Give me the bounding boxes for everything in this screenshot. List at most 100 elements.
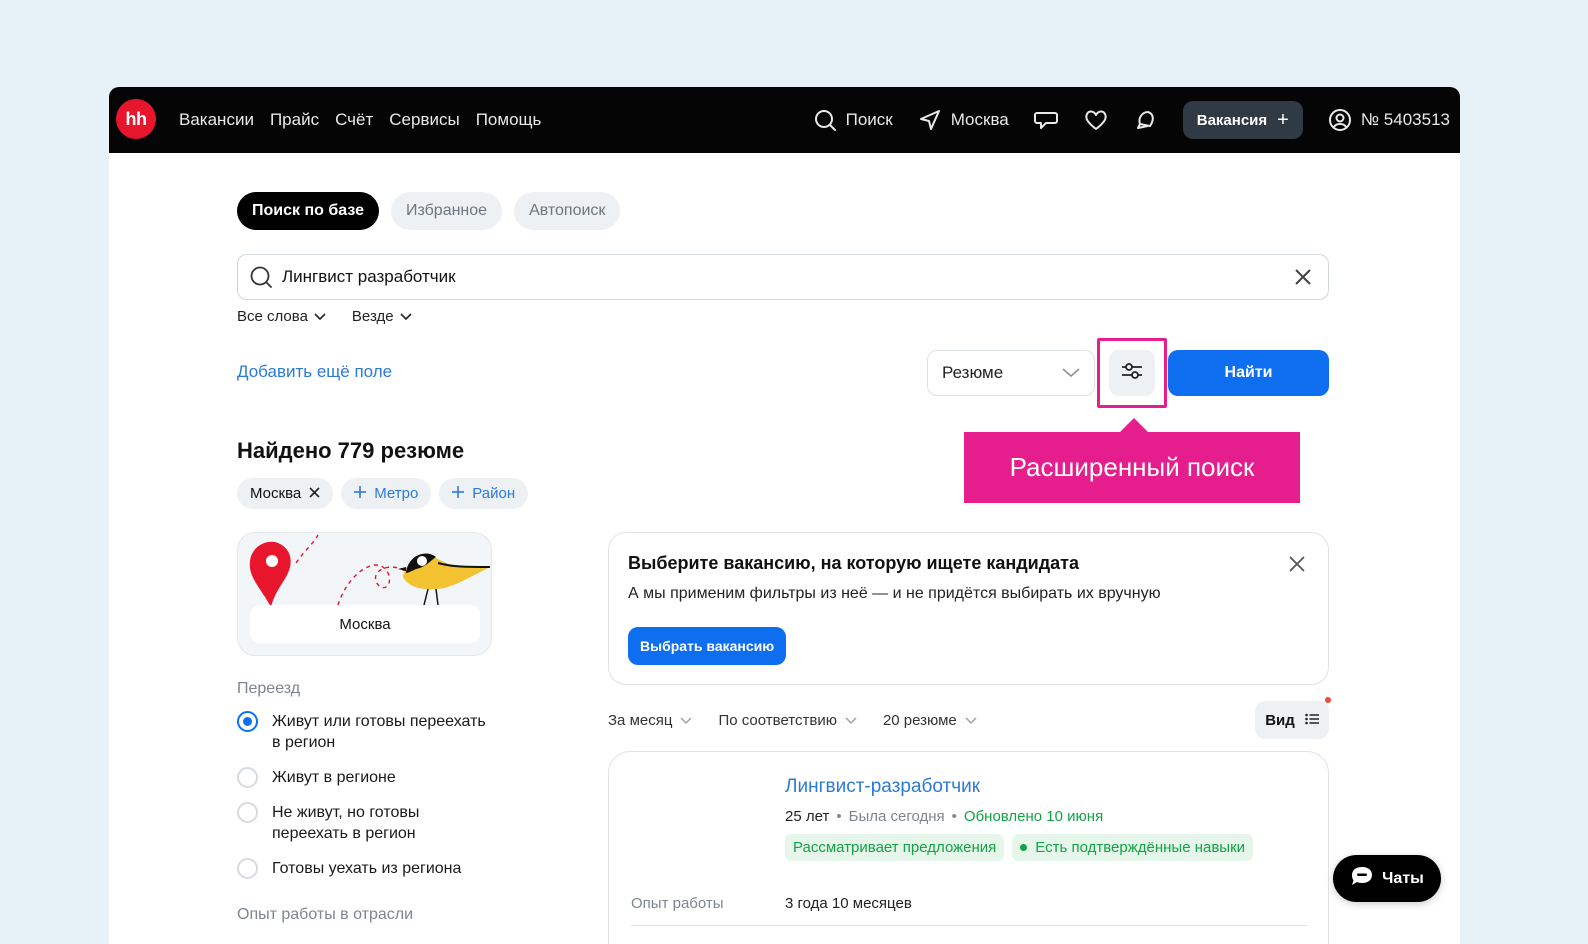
clear-search-icon[interactable]	[1288, 262, 1318, 292]
radio-checked[interactable]	[237, 711, 258, 732]
relocation-option-label: Живут или готовы переехать в регион	[272, 713, 486, 751]
resume-updated: Обновлено 10 июня	[963, 808, 1104, 825]
hh-logo[interactable]: hh	[116, 99, 156, 139]
find-button[interactable]: Найти	[1168, 350, 1329, 396]
green-dot-icon	[1020, 844, 1028, 851]
chats-label: Чаты	[1382, 869, 1424, 887]
advanced-search-tooltip: Расширенный поиск	[964, 418, 1300, 503]
chevron-down-icon	[965, 712, 977, 729]
view-button[interactable]: Вид	[1255, 697, 1331, 739]
add-field-link[interactable]: Добавить ещё поле	[237, 362, 392, 382]
close-icon[interactable]	[309, 485, 320, 502]
relocation-option[interactable]: Живут в регионе	[237, 767, 497, 788]
app-window: hh Вакансии Прайс Счёт Сервисы Помощь По…	[109, 87, 1460, 944]
resume-last-seen: Была сегодня	[848, 808, 945, 825]
nav-chat[interactable]	[1033, 107, 1059, 133]
resume-meta: 25 лет • Была сегодня • Обновлено 10 июн…	[785, 808, 1103, 825]
nav-links: Вакансии Прайс Счёт Сервисы Помощь	[179, 87, 541, 153]
plus-icon	[354, 485, 367, 502]
relocation-option[interactable]: Живут или готовы переехать в регион	[237, 711, 497, 753]
notification-dot	[1325, 697, 1331, 703]
divider	[631, 925, 1307, 926]
create-vacancy-button[interactable]: Вакансия +	[1182, 101, 1303, 139]
experience-label: Опыт работы	[631, 895, 724, 912]
scope-dropdown-label: Везде	[351, 308, 394, 325]
bell-icon	[1133, 107, 1159, 133]
map-city-label: Москва	[250, 605, 480, 643]
sort-bar: За месяц По соответствию 20 резюме Вид	[608, 697, 1331, 741]
choose-vacancy-banner: Выберите вакансию, на которую ищете канд…	[608, 532, 1329, 685]
nav-link-vacancies[interactable]: Вакансии	[179, 110, 254, 130]
type-select[interactable]: Резюме	[927, 350, 1095, 396]
tab-search-base[interactable]: Поиск по базе	[237, 192, 379, 230]
account-number: № 5403513	[1360, 110, 1450, 129]
plus-icon	[452, 485, 465, 502]
relocation-option-label: Готовы уехать из региона	[272, 860, 462, 877]
location-arrow-icon	[917, 107, 943, 133]
search-icon	[248, 264, 274, 290]
chip-metro-label: Метро	[374, 485, 419, 502]
map-card[interactable]: Москва	[237, 532, 492, 656]
nav-link-price[interactable]: Прайс	[270, 110, 319, 130]
nav-favorites[interactable]	[1083, 107, 1109, 133]
chat-bubble-icon	[1350, 865, 1374, 892]
search-tabs: Поиск по базе Избранное Автопоиск	[237, 192, 621, 230]
relocation-option[interactable]: Не живут, но готовы переехать в регион	[237, 802, 497, 844]
page-size-dropdown[interactable]: 20 резюме	[883, 712, 977, 729]
radio-unchecked[interactable]	[237, 858, 258, 879]
location-chips: Москва Метро Район	[237, 478, 529, 509]
chevron-down-icon	[314, 308, 326, 325]
nav-link-help[interactable]: Помощь	[476, 110, 542, 130]
search-input[interactable]	[282, 267, 1288, 287]
separator-dot: •	[836, 808, 842, 825]
chevron-down-icon	[400, 308, 412, 325]
results-count-title: Найдено 779 резюме	[237, 438, 465, 463]
chip-add-district[interactable]: Район	[439, 478, 529, 509]
banner-text: А мы применим фильтры из неё — и не прид…	[628, 585, 1161, 602]
chat-icon	[1033, 107, 1059, 133]
search-box	[237, 254, 1329, 300]
sliders-icon	[1120, 360, 1144, 387]
words-dropdown[interactable]: Все слова	[237, 308, 326, 325]
radio-unchecked[interactable]	[237, 802, 258, 823]
banner-title: Выберите вакансию, на которую ищете канд…	[628, 553, 1079, 573]
nav-search[interactable]: Поиск	[812, 107, 893, 133]
chip-add-metro[interactable]: Метро	[341, 478, 432, 509]
nav-right: Поиск Москва Вакансия + № 5403513	[788, 87, 1450, 153]
nav-profile[interactable]: № 5403513	[1327, 107, 1450, 133]
resume-age: 25 лет	[785, 808, 830, 825]
type-select-value: Резюме	[942, 363, 1004, 382]
resume-badges: Рассматривает предложения Есть подтвержд…	[785, 834, 1254, 861]
verified-skills-badge: Есть подтверждённые навыки	[1012, 834, 1254, 861]
period-dropdown[interactable]: За месяц	[608, 712, 692, 729]
tab-favorites[interactable]: Избранное	[390, 192, 503, 230]
nav-link-account[interactable]: Счёт	[335, 110, 373, 130]
search-icon	[812, 107, 838, 133]
close-icon[interactable]	[1284, 551, 1310, 577]
chevron-down-icon	[845, 712, 857, 729]
order-dropdown[interactable]: По соответствию	[718, 712, 857, 729]
nav-city[interactable]: Москва	[917, 107, 1009, 133]
chip-city-label: Москва	[250, 485, 302, 502]
heart-icon	[1083, 107, 1109, 133]
resume-title-link[interactable]: Лингвист-разработчик	[785, 776, 980, 798]
nav-notifications[interactable]	[1133, 107, 1159, 133]
period-label: За месяц	[608, 712, 673, 729]
page-size-label: 20 резюме	[882, 712, 957, 729]
chevron-down-icon	[1062, 363, 1080, 383]
scope-dropdown[interactable]: Везде	[352, 308, 412, 325]
relocation-option-label: Не живут, но готовы переехать в регион	[272, 804, 420, 842]
relocation-option[interactable]: Готовы уехать из региона	[237, 858, 497, 879]
order-label: По соответствию	[718, 712, 837, 729]
experience-value: 3 года 10 месяцев	[785, 895, 912, 912]
radio-unchecked[interactable]	[237, 767, 258, 788]
chats-button[interactable]: Чаты	[1333, 855, 1441, 902]
verified-skills-label: Есть подтверждённые навыки	[1035, 839, 1246, 856]
choose-vacancy-button[interactable]: Выбрать вакансию	[628, 627, 787, 665]
create-vacancy-label: Вакансия	[1196, 111, 1268, 129]
advanced-search-button[interactable]	[1109, 350, 1155, 396]
nav-link-services[interactable]: Сервисы	[389, 110, 459, 130]
chip-city[interactable]: Москва	[237, 478, 334, 509]
top-nav: hh Вакансии Прайс Счёт Сервисы Помощь По…	[109, 87, 1460, 153]
tab-autosearch[interactable]: Автопоиск	[514, 192, 621, 230]
